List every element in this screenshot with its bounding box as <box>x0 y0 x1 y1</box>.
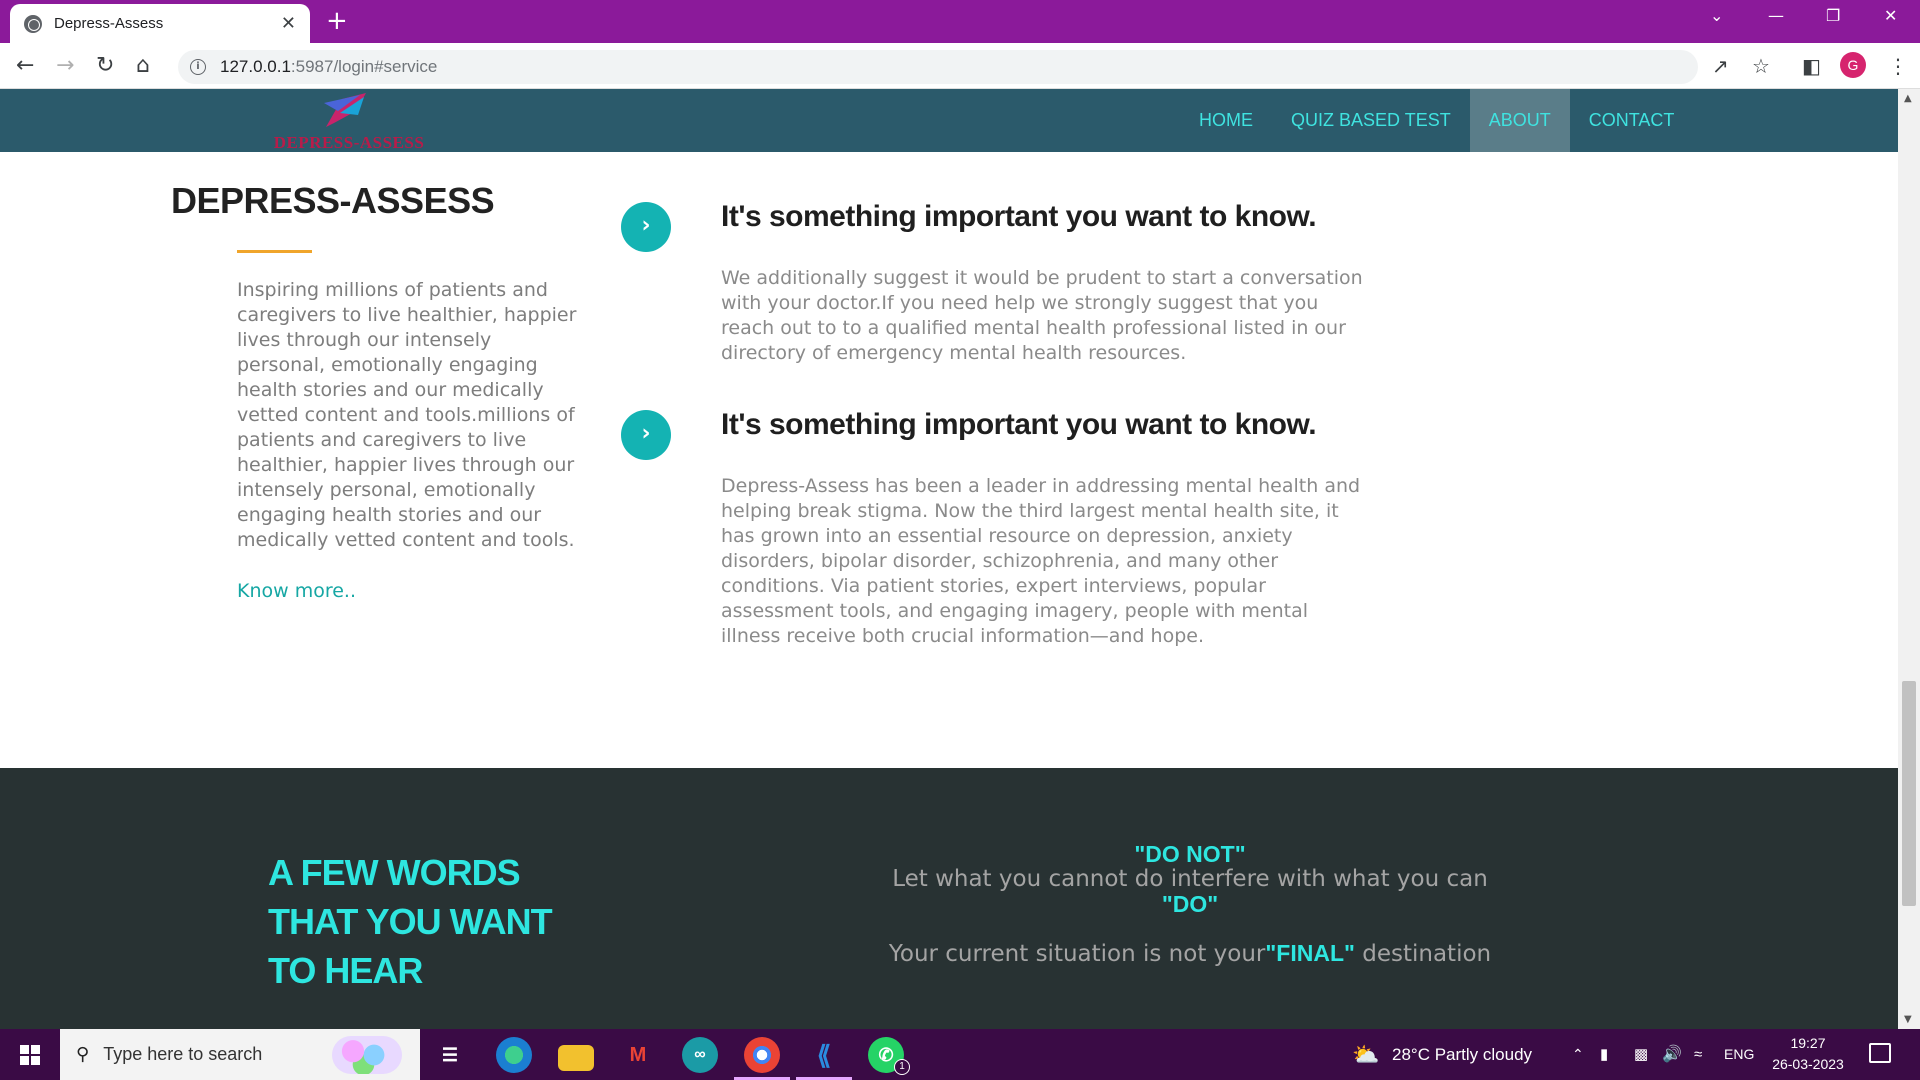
address-bar[interactable]: i 127.0.0.1:5987/login#service <box>178 50 1698 84</box>
logo-text: DEPRESS-ASSESS <box>273 133 425 152</box>
close-window-button[interactable]: ✕ <box>1884 6 1897 25</box>
new-tab-button[interactable]: + <box>326 6 348 36</box>
item-text: Depress-Assess has been a leader in addr… <box>721 475 1361 647</box>
quotes-section: A FEW WORDS THAT YOU WANT TO HEAR "DO NO… <box>0 768 1898 1029</box>
windows-taskbar: ⚲ Type here to search ☰ M ∞ ⟪ ✆ 1 <box>0 1029 1920 1080</box>
bookmark-star-icon[interactable]: ☆ <box>1752 53 1770 79</box>
clock-time: 19:27 <box>1790 1035 1826 1051</box>
weather-icon[interactable]: ⛅ <box>1352 1029 1379 1080</box>
quote-highlight: "DO NOT" <box>1134 841 1246 867</box>
site-logo[interactable]: DEPRESS-ASSESS <box>264 89 434 152</box>
wifi-icon[interactable]: ≈ <box>1694 1029 1702 1080</box>
quote-second: Your current situation is not your"FINAL… <box>860 941 1520 967</box>
quote-text: destination <box>1354 941 1492 967</box>
menu-about[interactable]: ABOUT <box>1469 89 1570 152</box>
file-explorer-icon[interactable] <box>558 1045 594 1071</box>
share-icon[interactable]: ↗ <box>1712 53 1729 79</box>
chevron-right-icon[interactable]: › <box>621 410 671 460</box>
forward-arrow-icon[interactable]: → <box>56 53 74 79</box>
tab-search-chevron-icon[interactable]: ⌄ <box>1710 6 1723 25</box>
quotes-heading: A FEW WORDS THAT YOU WANT TO HEAR <box>268 852 553 991</box>
side-panel-icon[interactable]: ◧ <box>1802 53 1821 79</box>
edge-icon[interactable] <box>496 1037 532 1073</box>
item-text: We additionally suggest it would be prud… <box>721 267 1363 364</box>
menu-kebab-icon[interactable]: ⋮ <box>1888 53 1908 79</box>
search-icon: ⚲ <box>76 1044 90 1065</box>
whatsapp-badge: 1 <box>894 1059 910 1075</box>
gmail-icon[interactable]: M <box>620 1037 656 1073</box>
menu-home[interactable]: HOME <box>1180 89 1272 152</box>
browser-toolbar: ← → ↻ ⌂ i 127.0.0.1:5987/login#service ↗… <box>0 43 1920 89</box>
quote-highlight: "FINAL" <box>1265 940 1355 966</box>
tray-chevron-up-icon[interactable]: ⌃ <box>1572 1029 1584 1080</box>
close-tab-icon[interactable]: ✕ <box>281 13 296 34</box>
page-scrollbar[interactable]: ▲ ▼ <box>1898 89 1920 1029</box>
about-section: DEPRESS-ASSESS Inspiring millions of pat… <box>0 152 1898 768</box>
language-indicator[interactable]: ENG <box>1724 1029 1754 1080</box>
site-info-icon[interactable]: i <box>190 59 206 75</box>
quote-highlight: "DO" <box>1161 891 1219 917</box>
volume-icon[interactable]: 🔊 <box>1662 1029 1682 1080</box>
quote-text: Let what you cannot do interfere with wh… <box>892 866 1488 892</box>
home-icon[interactable]: ⌂ <box>136 53 150 79</box>
globe-icon <box>24 14 42 33</box>
browser-tab-strip: Depress-Assess ✕ + ⌄ — ❐ ✕ <box>0 0 1920 43</box>
site-navbar: DEPRESS-ASSESS HOME QUIZ BASED TEST ABOU… <box>0 89 1898 152</box>
about-title: DEPRESS-ASSESS <box>171 180 495 221</box>
vscode-icon[interactable]: ⟪ <box>806 1037 842 1073</box>
search-placeholder: Type here to search <box>103 1044 263 1064</box>
notification-icon[interactable] <box>1869 1043 1891 1063</box>
taskbar-clock[interactable]: 19:27 26-03-2023 <box>1768 1033 1848 1075</box>
taskbar-search[interactable]: ⚲ Type here to search <box>60 1029 420 1080</box>
url-text[interactable]: 127.0.0.1:5987/login#service <box>220 57 437 77</box>
back-arrow-icon[interactable]: ← <box>16 53 34 79</box>
weather-text[interactable]: 28°C Partly cloudy <box>1392 1029 1532 1080</box>
restore-button[interactable]: ❐ <box>1826 6 1840 25</box>
profile-avatar[interactable]: G <box>1840 52 1866 78</box>
item-title: It's something important you want to kno… <box>721 200 1317 233</box>
about-text: Inspiring millions of patients and careg… <box>237 279 577 551</box>
know-more-link[interactable]: Know more.. <box>237 580 356 602</box>
windows-start-icon[interactable] <box>20 1045 40 1065</box>
browser-tab[interactable]: Depress-Assess ✕ <box>10 4 310 43</box>
search-highlight-art-icon <box>332 1036 402 1074</box>
item-title: It's something important you want to kno… <box>721 408 1317 441</box>
title-underline <box>237 250 312 253</box>
menu-quiz-based-test[interactable]: QUIZ BASED TEST <box>1272 89 1470 152</box>
quote-text: Your current situation is not your <box>888 941 1266 967</box>
arduino-icon[interactable]: ∞ <box>682 1037 718 1073</box>
scroll-down-icon[interactable]: ▼ <box>1904 1014 1912 1025</box>
scrollbar-thumb[interactable] <box>1902 681 1916 906</box>
quote-block: "DO NOT" Let what you cannot do interfer… <box>860 842 1520 967</box>
logo-mark-icon <box>324 93 366 127</box>
battery-icon[interactable]: ▮ <box>1600 1029 1608 1080</box>
clock-date: 26-03-2023 <box>1772 1056 1844 1072</box>
device-icon[interactable]: ▩ <box>1634 1029 1648 1080</box>
tab-title: Depress-Assess <box>54 15 164 32</box>
reload-icon[interactable]: ↻ <box>96 53 114 79</box>
scroll-up-icon[interactable]: ▲ <box>1904 93 1912 104</box>
chevron-right-icon[interactable]: › <box>621 202 671 252</box>
minimize-button[interactable]: — <box>1768 6 1784 25</box>
chrome-icon[interactable] <box>744 1037 780 1073</box>
task-view-icon[interactable]: ☰ <box>432 1037 468 1073</box>
menu-contact[interactable]: CONTACT <box>1570 89 1694 152</box>
main-menu: HOME QUIZ BASED TEST ABOUT CONTACT <box>1180 89 1693 152</box>
